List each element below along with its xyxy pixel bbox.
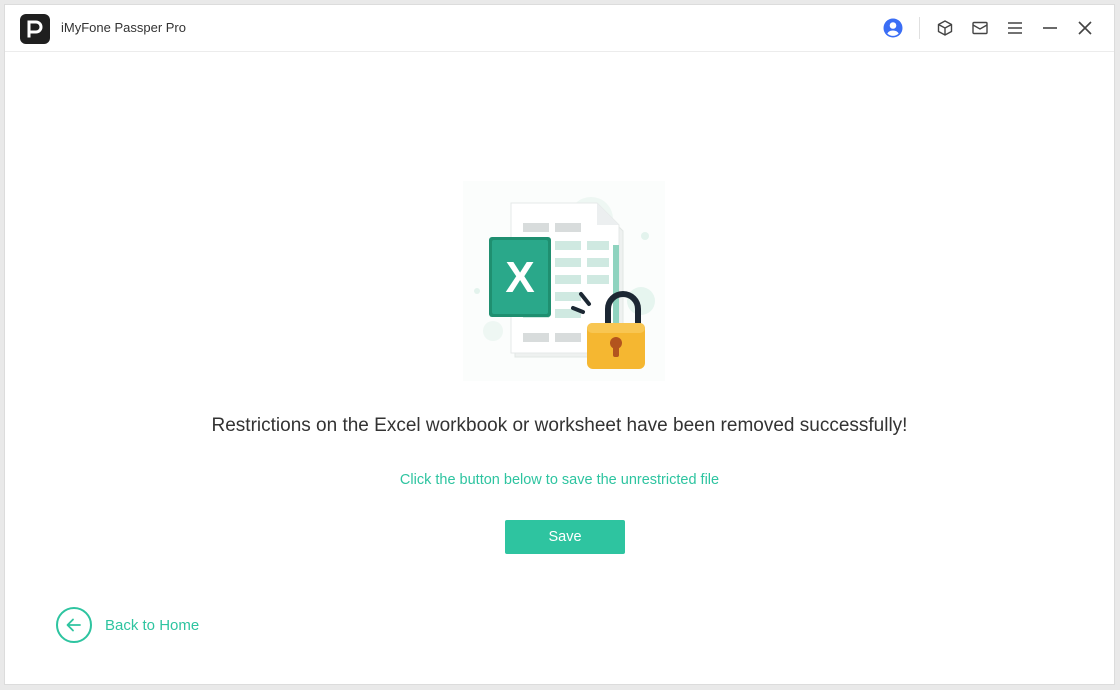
app-title: iMyFone Passper Pro — [61, 20, 186, 35]
close-icon[interactable] — [1074, 17, 1096, 39]
cube-icon[interactable] — [934, 17, 956, 39]
back-to-home-label[interactable]: Back to Home — [105, 617, 199, 634]
save-instruction: Click the button below to save the unres… — [399, 472, 720, 488]
minimize-icon[interactable] — [1039, 17, 1061, 39]
menu-icon[interactable] — [1004, 17, 1026, 39]
back-arrow-icon[interactable] — [56, 607, 92, 643]
mail-icon[interactable] — [969, 17, 991, 39]
back-to-home-link[interactable]: Back to Home — [56, 605, 199, 645]
app-window: iMyFone Passper Pro X Restrictions on th… — [4, 4, 1115, 685]
title-bar: iMyFone Passper Pro — [5, 5, 1114, 52]
success-message: Restrictions on the Excel workbook or wo… — [211, 415, 908, 436]
excel-unlock-illustration: X — [463, 181, 665, 381]
account-icon[interactable] — [882, 17, 904, 39]
save-button[interactable]: Save — [505, 520, 625, 554]
excel-badge-letter: X — [505, 253, 534, 302]
app-logo — [20, 14, 50, 44]
titlebar-divider — [919, 17, 920, 39]
